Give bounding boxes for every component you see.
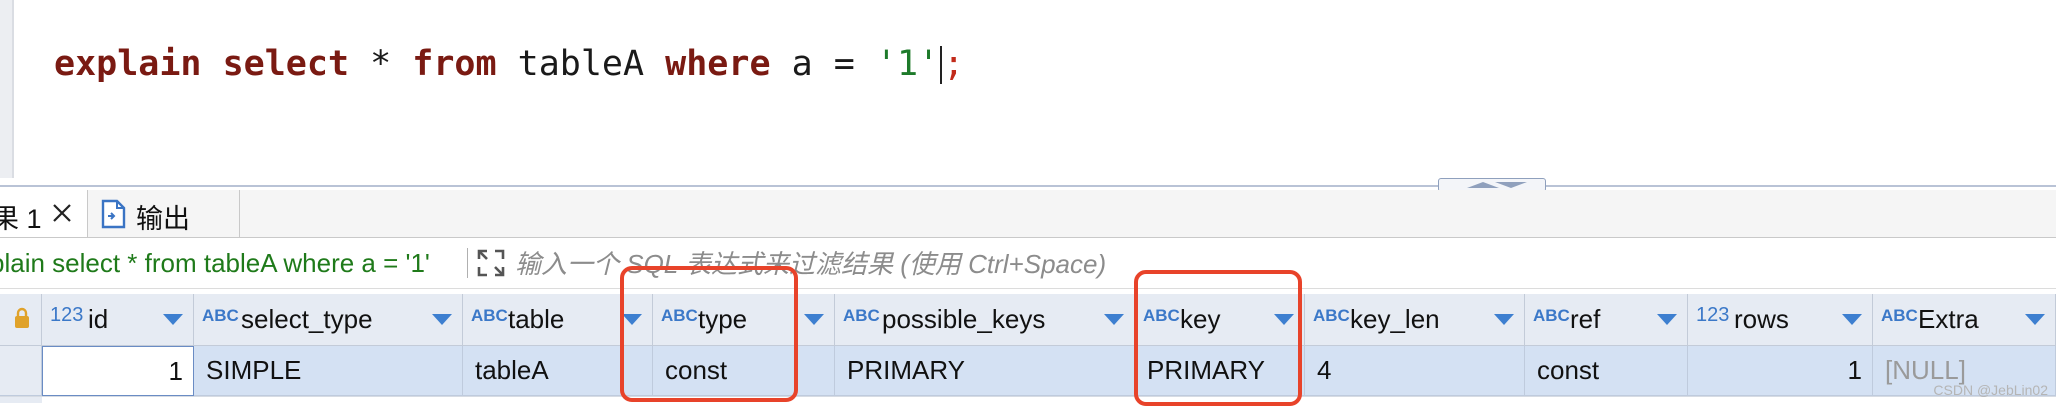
editor-gutter [0,0,14,178]
table-cell-possible-keys[interactable]: PRIMARY [835,346,1135,396]
column-header-possible-keys[interactable]: ABC possible_keys [835,294,1135,346]
filter-input[interactable] [515,248,1155,280]
executed-query-text: plain select * from tableA where a = '1' [0,248,430,278]
table-cell-table[interactable]: tableA [463,346,653,396]
cell-value: const [665,355,728,385]
keyword-where: where [665,44,771,84]
text-type-icon: ABC [1143,306,1180,325]
table-cell-rows[interactable]: 1 [1688,346,1873,396]
cell-value: 1 [1847,355,1862,385]
tab-results-label: 果 1 [0,204,42,234]
sort-dropdown-icon[interactable] [2025,314,2045,325]
column-header-table[interactable]: ABC table [463,294,653,346]
sql-editor[interactable]: explain select * from tableA where a = '… [0,0,2056,185]
table-cell-type[interactable]: const [653,346,835,396]
sql-table-name: tableA [517,44,645,84]
lock-icon [15,307,29,328]
keyword-select: select [222,44,350,84]
text-type-icon: ABC [1881,306,1918,325]
sort-dropdown-icon[interactable] [1842,314,1862,325]
watermark: CSDN @JebLin02 [1933,382,2048,398]
cell-value: 4 [1317,355,1332,385]
sort-dropdown-icon[interactable] [432,314,452,325]
table-cell-select-type[interactable]: SIMPLE [194,346,463,396]
sort-dropdown-icon[interactable] [804,314,824,325]
column-header-label: rows [1734,304,1789,334]
text-type-icon: ABC [843,306,880,325]
numeric-type-icon: 123 [1696,304,1730,326]
numeric-type-icon: 123 [50,304,84,326]
panel-splitter[interactable] [0,185,2056,187]
column-header-label: table [508,304,565,334]
column-header-label: key_len [1350,304,1440,334]
column-header-key-len[interactable]: ABC key_len [1305,294,1525,346]
text-caret [940,46,943,84]
sort-dropdown-icon[interactable] [163,314,183,325]
expand-editor-icon[interactable] [476,248,506,278]
column-header-select-type[interactable]: ABC select_type [194,294,463,346]
result-tabs: 果 1 输出 [0,190,2056,238]
text-type-icon: ABC [1313,306,1350,325]
close-icon[interactable] [50,201,74,225]
column-header-extra[interactable]: ABC Extra [1873,294,2056,346]
table-cell-ref[interactable]: const [1525,346,1688,396]
sort-dropdown-icon[interactable] [622,314,642,325]
cell-value: PRIMARY [1147,355,1265,385]
column-header-label: Extra [1918,304,1979,334]
keyword-from: from [412,44,497,84]
column-header-rows[interactable]: 123 rows [1688,294,1873,346]
cell-value: SIMPLE [206,355,302,385]
text-type-icon: ABC [202,306,239,325]
column-header-key[interactable]: ABC key [1135,294,1305,346]
row-header-corner[interactable] [0,294,42,346]
tab-output-label: 输出 [136,204,190,234]
sql-column-name: a [791,44,813,84]
column-header-label: type [698,304,748,334]
sql-string-literal: '1' [875,44,940,84]
column-header-label: ref [1570,304,1601,334]
sql-star: * [370,44,392,84]
text-type-icon: ABC [1533,306,1570,325]
tab-output[interactable]: 输出 [88,190,240,237]
column-header-type[interactable]: ABC type [653,294,835,346]
sort-dropdown-icon[interactable] [1274,314,1294,325]
cell-value: 1 [168,356,183,386]
column-header-id[interactable]: 123 id [42,294,194,346]
filter-bar: plain select * from tableA where a = '1' [0,238,2056,289]
filter-separator [467,248,468,278]
column-header-label: possible_keys [882,304,1046,334]
table-cell-key-len[interactable]: 4 [1305,346,1525,396]
table-cell-key[interactable]: PRIMARY [1135,346,1305,396]
cell-value: tableA [475,355,549,385]
cell-value: PRIMARY [847,355,965,385]
cell-value: const [1537,355,1600,385]
sort-dropdown-icon[interactable] [1494,314,1514,325]
output-document-icon [101,199,126,229]
column-header-label: id [88,304,109,334]
column-header-ref[interactable]: ABC ref [1525,294,1688,346]
table-cell-id[interactable]: 1 [42,346,194,396]
column-header-label: select_type [241,304,373,334]
result-grid[interactable]: 123 id ABC select_type ABC table ABC type ABC pos… [0,294,2056,403]
row-number-cell[interactable] [0,346,42,396]
text-type-icon: ABC [471,306,508,325]
sort-dropdown-icon[interactable] [1657,314,1677,325]
sort-dropdown-icon[interactable] [1104,314,1124,325]
sql-operator: = [833,44,855,84]
keyword-explain: explain [54,44,202,84]
column-header-label: key [1180,304,1221,334]
tab-results[interactable]: 果 1 [0,190,88,237]
sql-code-line[interactable]: explain select * from tableA where a = '… [54,36,964,92]
sql-terminator: ; [943,44,965,84]
text-type-icon: ABC [661,306,698,325]
